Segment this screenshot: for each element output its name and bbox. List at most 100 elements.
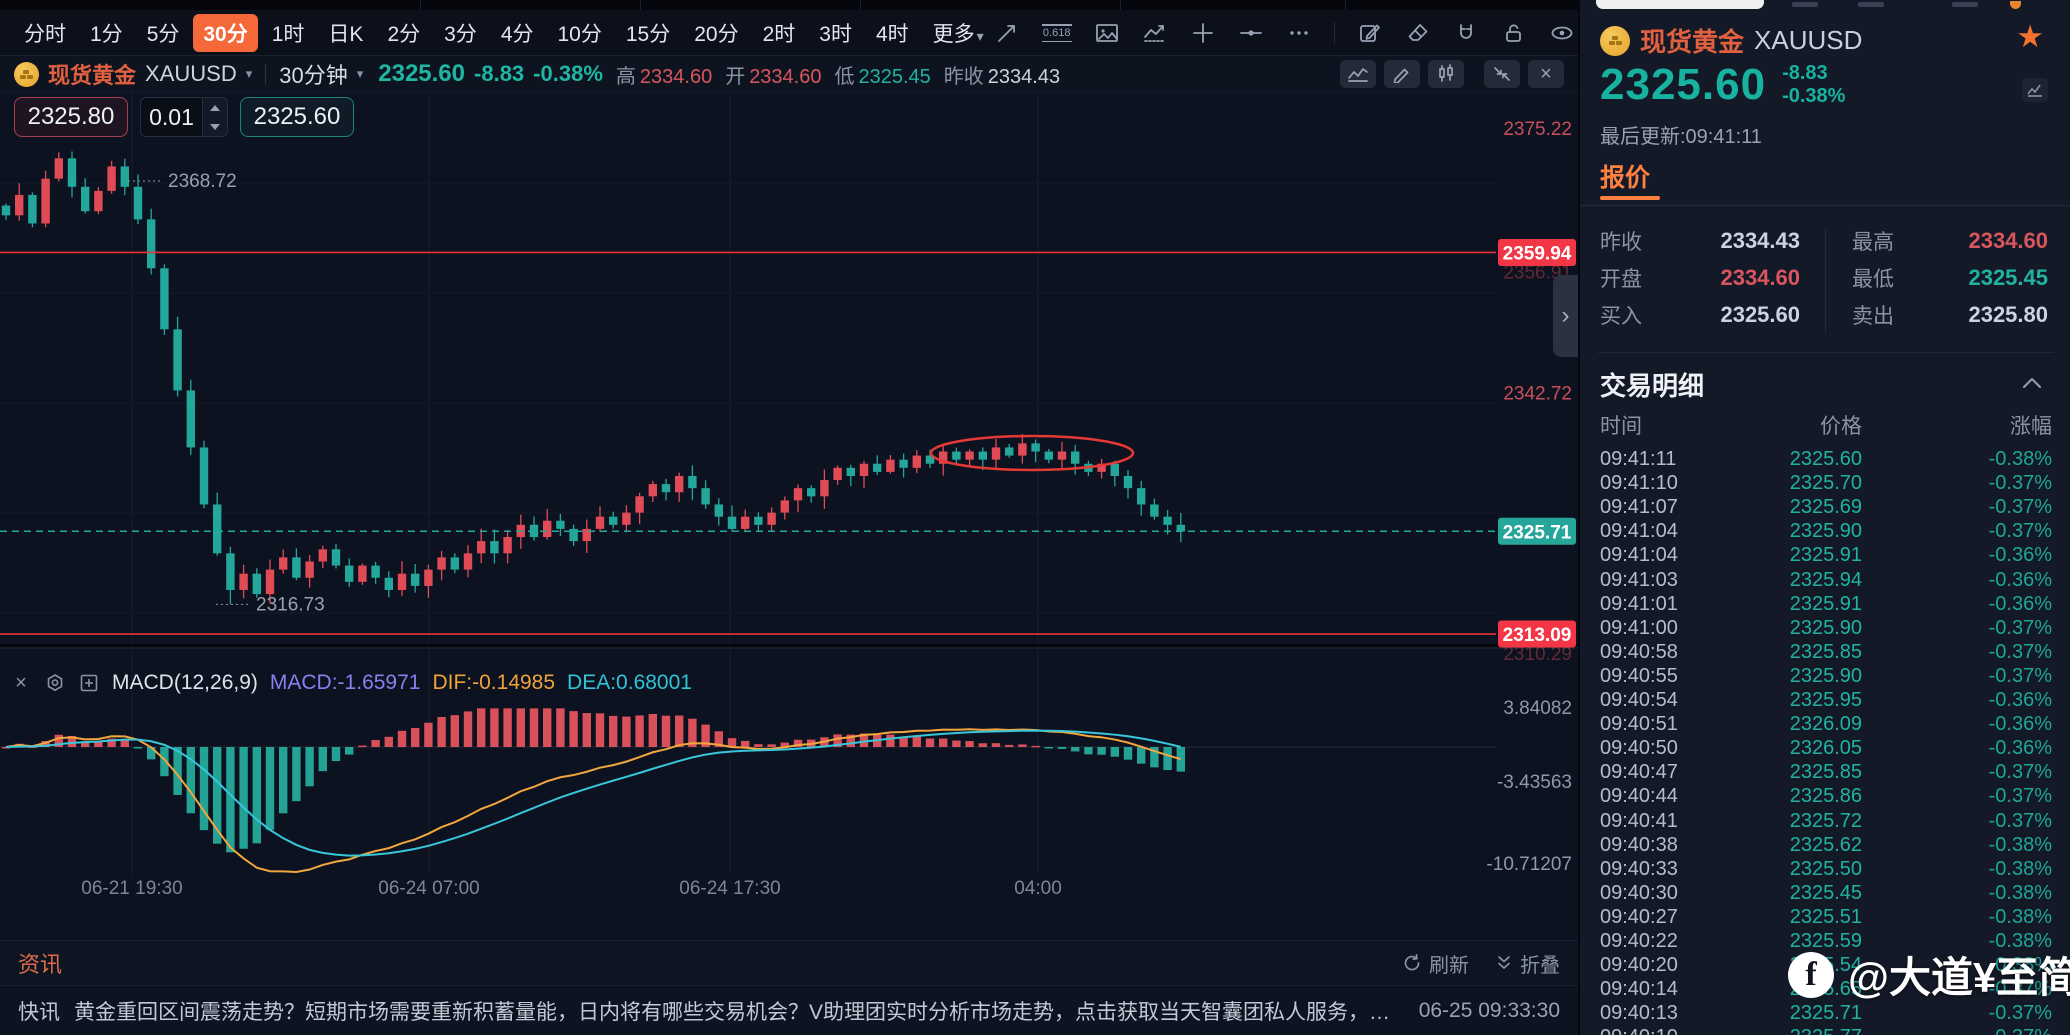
edit-icon[interactable]	[1357, 20, 1383, 46]
chart-area: 2375.22 2342.72 2368.72 2316.73 2356.91 2310.…	[0, 93, 1578, 899]
interval-selector[interactable]: 30分钟	[279, 58, 347, 90]
timeframe-2时[interactable]: 2时	[753, 14, 806, 52]
last-price: 2325.60	[378, 60, 466, 87]
table-row: 09:41:01 2325.91 -0.36%	[1600, 592, 2052, 615]
dea-value: DEA:0.68001	[567, 671, 692, 694]
table-row: 09:40:102325.77-0.37%	[1580, 1026, 2070, 1035]
timeframe-4时[interactable]: 4时	[866, 14, 919, 52]
unlock-icon[interactable]	[1501, 20, 1527, 46]
macd-settings-icon[interactable]	[44, 672, 66, 694]
table-row: 09:40:44 2325.86 -0.37%	[1600, 785, 2052, 808]
symbol-name[interactable]: 现货黄金	[48, 58, 136, 90]
table-row: 09:40:51 2326.09 -0.36%	[1600, 713, 2052, 736]
news-headline[interactable]: 黄金重回区间震荡走势？短期市场需要重新积蓄量能，日内将有哪些交易机会？V助理团实…	[74, 996, 1399, 1026]
trend-line-icon[interactable]	[994, 20, 1020, 46]
timeframe-10分[interactable]: 10分	[548, 14, 612, 52]
table-row: 09:40:50 2326.05 -0.36%	[1600, 737, 2052, 760]
table-row: 09:41:11 2325.60 -0.38%	[1600, 448, 2052, 470]
timeframe-日K[interactable]: 日K	[318, 14, 373, 52]
table-row: 09:40:41 2325.72 -0.37%	[1600, 809, 2052, 832]
table-row: 09:40:33 2325.50 -0.38%	[1600, 857, 2052, 880]
toolbar-divider	[1333, 21, 1335, 44]
macd-close-icon[interactable]: ×	[10, 672, 32, 694]
divider	[265, 64, 267, 84]
step-value[interactable]: 0.01	[141, 104, 202, 131]
timeframe-list: 分时 1分 5分 30分 1时 日K 2分 3分 4分 10分 15分 20分 2时 3时 4时 更多 ▾	[14, 13, 994, 52]
table-row: 09:41:03 2325.94 -0.36%	[1600, 568, 2052, 591]
prev-close-value: 2334.43	[987, 65, 1061, 88]
magnet-icon[interactable]	[1453, 20, 1479, 46]
svg-text:-10.71207: -10.71207	[1486, 854, 1572, 875]
order-panel: 2325.80 0.01 2325.60	[14, 97, 354, 137]
horizontal-line-icon[interactable]	[1238, 20, 1264, 46]
table-row: 09:40:58 2325.85 -0.37%	[1600, 640, 2052, 663]
timeframe-2分[interactable]: 2分	[377, 14, 430, 52]
close-icon[interactable]: ×	[1528, 60, 1564, 88]
panel-expand-tab[interactable]: ›	[1553, 275, 1578, 357]
step-down-icon[interactable]	[203, 117, 227, 136]
timeframe-5分[interactable]: 5分	[137, 14, 190, 52]
table-row: 09:40:13 2325.71 -0.37%	[1600, 1002, 2052, 1025]
eraser-icon[interactable]	[1405, 20, 1431, 46]
news-timestamp: 06-25 09:33:30	[1418, 998, 1560, 1022]
svg-text:2359.94: 2359.94	[1503, 243, 1572, 264]
more-tools-icon[interactable]	[1286, 20, 1312, 46]
table-row: 09:41:04 2325.90 -0.37%	[1600, 520, 2052, 543]
interval-dropdown-icon[interactable]: ▾	[357, 66, 364, 82]
timeframe-more[interactable]: 更多 ▾	[923, 14, 994, 52]
open-label: 开 2334.60	[725, 65, 822, 88]
sparkline-icon[interactable]	[1340, 60, 1376, 88]
table-row: 09:40:55 2325.90 -0.37%	[1600, 664, 2052, 687]
dif-value: DIF:-0.14985	[432, 671, 556, 694]
svg-text:2325.71: 2325.71	[1503, 522, 1572, 543]
quantity-stepper: 0.01	[140, 97, 228, 137]
buy-price-button[interactable]: 2325.60	[240, 97, 354, 137]
sell-price-button[interactable]: 2325.80	[14, 97, 128, 137]
timeframe-分时[interactable]: 分时	[14, 14, 76, 52]
macd-title: MACD(12,26,9)	[112, 671, 258, 694]
svg-text:-3.43563: -3.43563	[1497, 772, 1572, 793]
timeframe-1分[interactable]: 1分	[80, 14, 133, 52]
timeframe-toolbar: 分时 1分 5分 30分 1时 日K 2分 3分 4分 10分 15分 20分 2时 3时 4时 更多 ▾ 0.…	[0, 10, 1619, 56]
candlestick-chart[interactable]: 2375.22 2342.72 2368.72 2316.73 2356.91 2310.…	[0, 93, 1578, 899]
timeframe-30分[interactable]: 30分	[193, 13, 258, 52]
symbol-dropdown-icon[interactable]: ▾	[246, 66, 253, 82]
timeframe-4分[interactable]: 4分	[491, 14, 544, 52]
timeframe-3分[interactable]: 3分	[434, 14, 487, 52]
low-label: 低 2325.45	[834, 65, 931, 88]
timeframe-20分[interactable]: 20分	[684, 14, 748, 52]
collapse-icon[interactable]	[1484, 60, 1520, 88]
gold-coin-icon	[14, 61, 39, 87]
open-value: 2334.60	[749, 65, 822, 88]
collapse-button[interactable]: 折叠	[1495, 949, 1560, 978]
step-up-icon[interactable]	[203, 98, 227, 117]
timeframe-1时[interactable]: 1时	[262, 14, 315, 52]
fibonacci-icon[interactable]: 0.618	[1041, 22, 1072, 44]
news-tag: 快讯	[18, 1000, 60, 1024]
watermark-handle: @大道¥至简	[1848, 954, 2070, 1001]
svg-text:2375.22: 2375.22	[1503, 119, 1572, 140]
news-title: 资讯	[18, 952, 63, 977]
table-row: 09:40:30 2325.45 -0.38%	[1600, 881, 2052, 904]
pencil-icon[interactable]	[1384, 60, 1420, 88]
quote-panel: 现货黄金 XAUUSD ★ 2325.60 -8.83 -0.38% 最后更新:…	[1578, 0, 2070, 1035]
trading-app: 分时 1分 5分 30分 1时 日K 2分 3分 4分 10分 15分 20分 2时 3时 4时 更多 ▾ 0.…	[0, 0, 2070, 1035]
refresh-button[interactable]: 刷新	[1402, 949, 1469, 978]
timeframe-3时[interactable]: 3时	[809, 14, 862, 52]
curve-line-icon[interactable]	[1142, 20, 1168, 46]
image-icon[interactable]	[1094, 20, 1120, 46]
symbol-code[interactable]: XAUUSD	[145, 61, 237, 87]
price-change-pct: -0.38%	[533, 61, 603, 86]
timeframe-15分[interactable]: 15分	[616, 14, 680, 52]
high-label: 高 2334.60	[615, 65, 713, 88]
table-row: 09:41:00 2325.90 -0.37%	[1600, 616, 2052, 639]
candlestick-icon[interactable]	[1428, 60, 1464, 88]
eye-icon[interactable]	[1549, 20, 1575, 46]
news-section-header: 资讯 刷新 折叠	[0, 940, 1578, 985]
cross-icon[interactable]	[1190, 20, 1216, 46]
drawing-toolbar: 0.618	[994, 20, 1623, 46]
macd-expand-icon[interactable]	[78, 672, 100, 694]
fibonacci-label: 0.618	[1042, 26, 1071, 39]
table-row: 09:40:54 2325.95 -0.36%	[1600, 689, 2052, 711]
svg-text:3.84082: 3.84082	[1503, 698, 1572, 719]
